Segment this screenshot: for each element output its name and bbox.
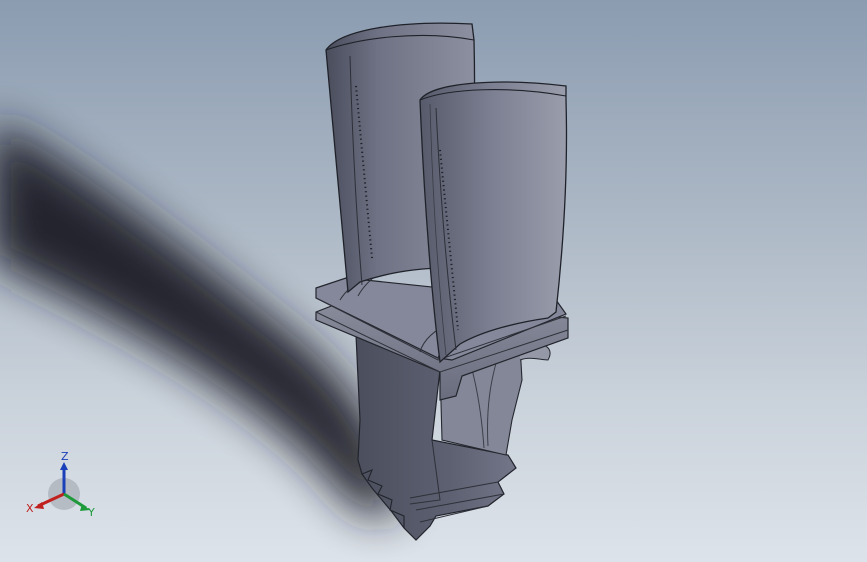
reference-triad-icon [34,462,90,511]
triad-y-label: Y [87,506,95,519]
reference-triad: Z X Y [26,450,95,519]
triad-z-label: Z [61,450,69,463]
triad-x-label: X [26,502,34,515]
graphics-viewport[interactable]: Z X Y [0,0,867,562]
model-scene[interactable]: Z X Y [0,0,867,562]
